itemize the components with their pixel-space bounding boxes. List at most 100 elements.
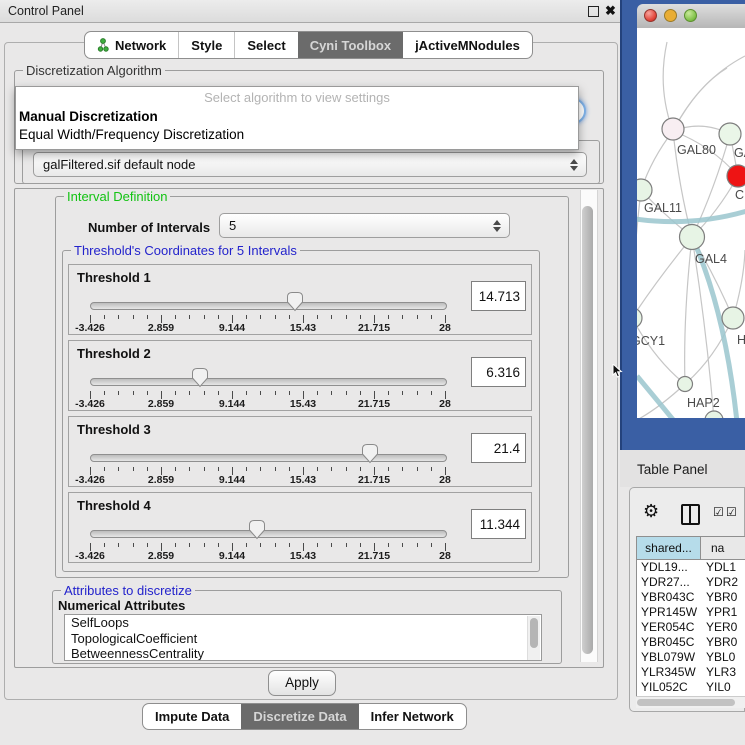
network-canvas[interactable]: GAL80GACGAL11GAL4GCY1HHAP2: [637, 28, 745, 418]
network-node-c[interactable]: [727, 165, 745, 187]
tab-discretize-data[interactable]: Discretize Data: [241, 704, 358, 729]
threshold-rows: Threshold 1 -3.4262.8599.14415.4321.7152…: [68, 264, 532, 568]
table-data-combobox[interactable]: galFiltered.sif default node: [33, 152, 587, 177]
cell-name[interactable]: YDR2: [700, 575, 745, 590]
threshold-slider-thumb[interactable]: [361, 443, 379, 464]
table-row[interactable]: YBR045CYBR0: [637, 635, 745, 650]
table-row[interactable]: YBR043CYBR0: [637, 590, 745, 605]
tab-label: Infer Network: [371, 709, 454, 724]
split-columns-icon[interactable]: [681, 504, 700, 525]
cell-shared-name[interactable]: YBR043C: [637, 590, 700, 605]
network-edge[interactable]: [685, 237, 692, 384]
network-node-label: HAP2: [687, 396, 720, 410]
tick-mark: [275, 391, 276, 395]
cell-name[interactable]: YLR3: [700, 665, 745, 680]
attribute-item-topologicalcoefficient[interactable]: TopologicalCoefficient: [65, 631, 541, 647]
node-attribute-table[interactable]: shared... na YDL19...YDL1YDR27...YDR2YBR…: [636, 536, 745, 698]
cell-shared-name[interactable]: YDL19...: [637, 560, 700, 575]
attributes-scrollbar-track[interactable]: [527, 616, 540, 660]
column-header-shared-name[interactable]: shared...: [637, 537, 701, 559]
threshold-value-field[interactable]: 21.4: [471, 433, 526, 463]
tick-mark: [204, 467, 205, 471]
table-row[interactable]: YER054CYER0: [637, 620, 745, 635]
checkbox-icon[interactable]: ☑: [713, 505, 724, 519]
tab-network[interactable]: Network: [85, 32, 178, 58]
cell-name[interactable]: YIL0: [700, 680, 745, 695]
number-of-intervals-combobox[interactable]: 5: [219, 213, 510, 238]
cell-name[interactable]: YBR0: [700, 590, 745, 605]
cell-name[interactable]: YBR0: [700, 635, 745, 650]
table-row[interactable]: YDL19...YDL1: [637, 560, 745, 575]
threshold-slider-track[interactable]: [90, 302, 447, 310]
cell-shared-name[interactable]: YBR045C: [637, 635, 700, 650]
table-row[interactable]: YDR27...YDR2: [637, 575, 745, 590]
table-row[interactable]: YIL052CYIL0: [637, 680, 745, 695]
cell-name[interactable]: YPR1: [700, 605, 745, 620]
settings-scrollbar-thumb[interactable]: [582, 206, 593, 654]
table-row[interactable]: YBL079WYBL0: [637, 650, 745, 665]
apply-button[interactable]: Apply: [268, 670, 336, 696]
attributes-scrollbar-thumb[interactable]: [530, 618, 538, 648]
threshold-slider-thumb[interactable]: [191, 367, 209, 388]
threshold-value-field[interactable]: 11.344: [471, 509, 526, 539]
network-edge[interactable]: [637, 190, 641, 318]
attribute-item-selfloops[interactable]: SelfLoops: [65, 615, 541, 631]
cell-name[interactable]: YER0: [700, 620, 745, 635]
network-node[interactable]: [705, 411, 723, 418]
cell-shared-name[interactable]: YIL052C: [637, 680, 700, 695]
tab-infer-network[interactable]: Infer Network: [359, 704, 466, 729]
minimize-traffic-light-icon[interactable]: [664, 9, 677, 22]
tab-style[interactable]: Style: [178, 32, 234, 58]
tab-select[interactable]: Select: [234, 32, 297, 58]
tab-impute-data[interactable]: Impute Data: [143, 704, 241, 729]
gear-icon[interactable]: ⚙: [643, 501, 659, 522]
tab-jactivemnodules[interactable]: jActiveMNodules: [403, 32, 532, 58]
cell-shared-name[interactable]: YPR145W: [637, 605, 700, 620]
close-traffic-light-icon[interactable]: [644, 9, 657, 22]
popup-option-equal-width-frequency[interactable]: Equal Width/Frequency Discretization: [19, 127, 244, 142]
threshold-slider-thumb[interactable]: [286, 291, 304, 312]
table-hscrollbar-track[interactable]: [636, 696, 745, 708]
popup-option-manual-discretization[interactable]: Manual Discretization: [19, 109, 158, 124]
threshold-value-field[interactable]: 14.713: [471, 281, 526, 311]
zoom-traffic-light-icon[interactable]: [684, 9, 697, 22]
network-node-ga[interactable]: [719, 123, 741, 145]
column-header-name[interactable]: na: [701, 537, 745, 559]
network-edge[interactable]: [673, 56, 745, 131]
numerical-attributes-list[interactable]: SelfLoopsTopologicalCoefficientBetweenne…: [64, 614, 542, 661]
close-icon[interactable]: ✖: [605, 3, 616, 19]
threshold-value-field[interactable]: 6.316: [471, 357, 526, 387]
network-node-hap2[interactable]: [678, 377, 693, 392]
network-node-gcy1[interactable]: [637, 308, 642, 328]
network-node-h[interactable]: [722, 307, 744, 329]
table-hscrollbar-thumb[interactable]: [637, 699, 735, 706]
tick-mark: [104, 315, 105, 319]
tick-mark: [289, 315, 290, 319]
network-node-label: GAL4: [695, 252, 727, 266]
tab-cyni-toolbox[interactable]: Cyni Toolbox: [298, 32, 403, 58]
cell-name[interactable]: YBL0: [700, 650, 745, 665]
cell-shared-name[interactable]: YLR345W: [637, 665, 700, 680]
threshold-slider-track[interactable]: [90, 454, 447, 462]
cell-shared-name[interactable]: YER054C: [637, 620, 700, 635]
tick-mark: [104, 543, 105, 547]
threshold-slider-track[interactable]: [90, 530, 447, 538]
threshold-slider-thumb[interactable]: [248, 519, 266, 540]
network-node-gal4[interactable]: [680, 225, 705, 250]
cell-shared-name[interactable]: YDR27...: [637, 575, 700, 590]
network-window-titlebar[interactable]: [637, 4, 745, 29]
table-row[interactable]: YPR145WYPR1: [637, 605, 745, 620]
threshold-slider-track[interactable]: [90, 378, 447, 386]
checkbox-icon[interactable]: ☑: [726, 505, 737, 519]
cell-shared-name[interactable]: YBL079W: [637, 650, 700, 665]
tick-mark: [189, 467, 190, 471]
network-edge[interactable]: [637, 318, 685, 384]
cell-name[interactable]: YDL1: [700, 560, 745, 575]
table-row[interactable]: YLR345WYLR3: [637, 665, 745, 680]
network-edge[interactable]: [637, 384, 685, 418]
network-node-gal11[interactable]: [637, 179, 652, 201]
float-window-icon[interactable]: [588, 6, 599, 17]
network-node-gal80[interactable]: [662, 118, 684, 140]
network-edge[interactable]: [637, 237, 692, 318]
attribute-item-betweennesscentrality[interactable]: BetweennessCentrality: [65, 646, 541, 661]
